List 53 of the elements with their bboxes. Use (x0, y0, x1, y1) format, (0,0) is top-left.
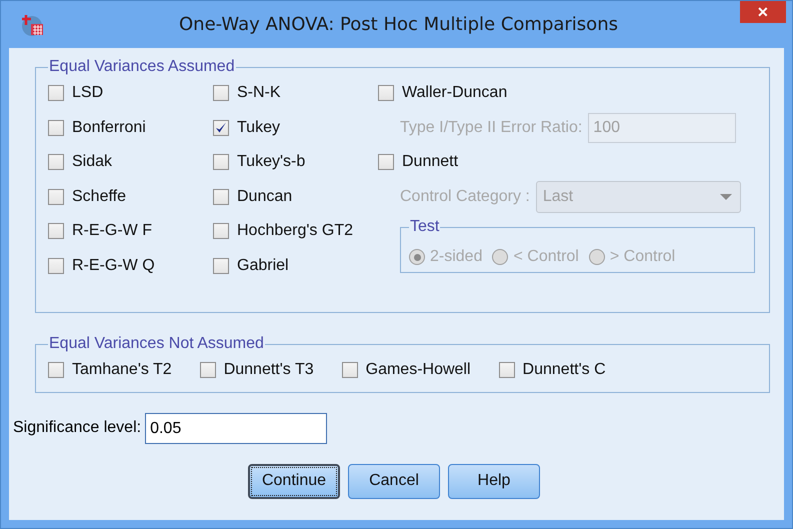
radio-label: 2-sided (430, 248, 482, 266)
significance-label: Significance level: (13, 419, 142, 437)
dialog-button[interactable]: Help (448, 464, 540, 498)
checkbox[interactable] (48, 258, 64, 274)
spreadsheet-icon (21, 12, 45, 36)
checkbox[interactable] (213, 188, 229, 205)
checkbox[interactable] (213, 120, 229, 136)
checkbox-label: Dunnett's T3 (224, 361, 314, 380)
checkbox-label: Bonferroni (72, 118, 146, 137)
checkbox-label: Gabriel (237, 256, 289, 275)
checkbox[interactable] (213, 223, 229, 240)
checkbox-label: R-E-G-W F (72, 222, 152, 240)
checkbox-label: Duncan (237, 188, 292, 206)
checkbox[interactable] (48, 188, 64, 205)
checkbox-label: Hochberg's GT2 (237, 222, 353, 240)
checkbox[interactable] (48, 85, 64, 102)
radio-label: < Control (513, 248, 579, 266)
close-button[interactable]: ✕ (740, 1, 786, 23)
checkbox[interactable] (213, 85, 229, 102)
window-title: One-Way ANOVA: Post Hoc Multiple Comparisons (178, 14, 619, 35)
checkbox[interactable] (48, 362, 64, 378)
checkbox-label: LSD (72, 84, 104, 102)
checkbox-label: Games-Howell (366, 361, 471, 380)
dialog-button[interactable]: Cancel (348, 464, 440, 498)
dropdown-arrow-icon (720, 194, 732, 200)
checkbox-label: Sidak (72, 153, 112, 172)
checkbox-label: Dunnett's C (522, 361, 606, 380)
group-title: Test (409, 218, 440, 236)
checkbox[interactable] (48, 120, 64, 136)
group-title: Equal Variances Assumed (48, 58, 236, 76)
checkbox[interactable] (378, 85, 394, 102)
checkbox-label: Tukey (237, 118, 280, 137)
checkbox-label: Tukey's-b (237, 153, 306, 172)
checkbox[interactable] (48, 223, 64, 240)
checkbox-label: R-E-G-W Q (72, 256, 155, 275)
checkbox-label: S-N-K (237, 84, 281, 102)
significance-field[interactable]: 0.05 (145, 412, 328, 444)
radio-label: > Control (610, 248, 676, 266)
checkbox-label: Scheffe (72, 188, 126, 206)
dropdown-label: Control Category : (400, 188, 530, 206)
checkbox[interactable] (200, 362, 216, 378)
checkbox-label: Waller-Duncan (402, 84, 508, 102)
checkbox-label: Tamhane's T2 (72, 361, 172, 380)
field-label: Type I/Type II Error Ratio: (400, 118, 582, 137)
checkbox[interactable] (342, 362, 358, 378)
checkbox-label: Dunnett (402, 153, 458, 172)
checkbox[interactable] (48, 154, 64, 170)
dialog-button[interactable]: Continue (248, 464, 340, 498)
checkbox[interactable] (213, 258, 229, 274)
checkbox[interactable] (498, 362, 515, 378)
checkbox[interactable] (378, 154, 394, 170)
group-title: Equal Variances Not Assumed (48, 335, 265, 353)
checkbox[interactable] (213, 154, 229, 170)
